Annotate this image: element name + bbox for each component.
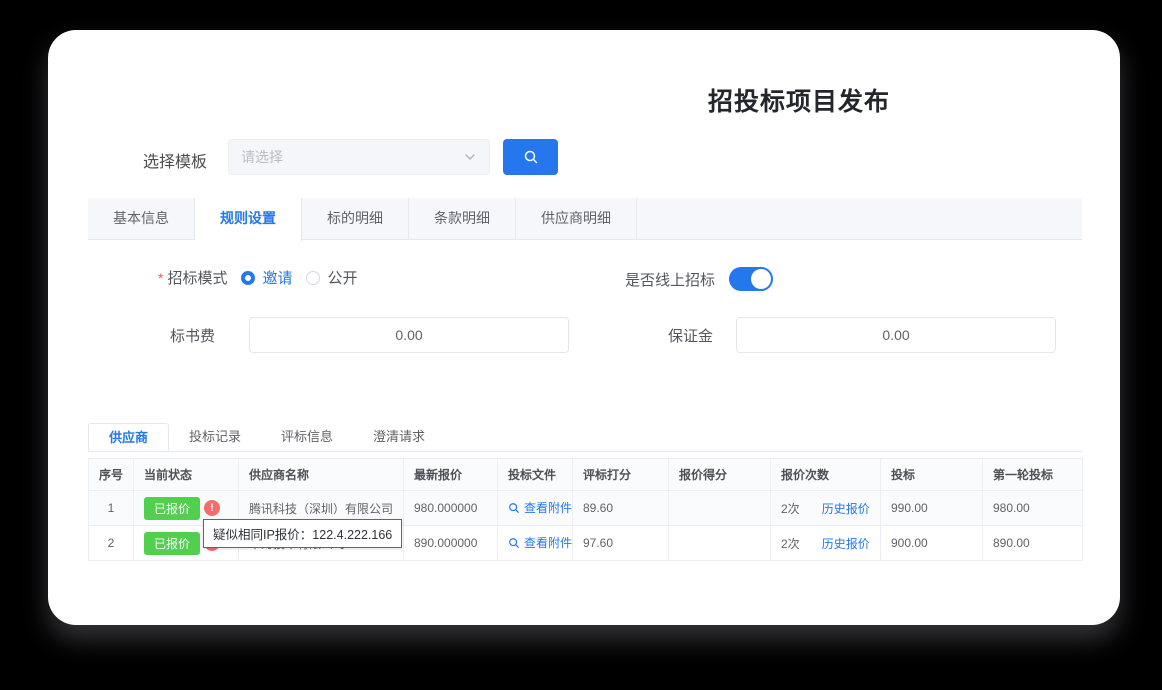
row-index: 1 xyxy=(89,491,134,526)
status-badge: 已报价 xyxy=(144,532,200,555)
online-bidding-label: 是否线上招标 xyxy=(625,269,715,290)
tab-basic-info[interactable]: 基本信息 xyxy=(88,198,195,240)
row-eval-score: 89.60 xyxy=(573,491,669,526)
col-quote-score: 报价得分 xyxy=(669,459,771,491)
online-bidding-field: 是否线上招标 xyxy=(625,267,773,291)
row-quote-score xyxy=(669,491,771,526)
main-card: 招投标项目发布 选择模板 请选择 基本信息 规则设置 标的明细 条款明细 供应商… xyxy=(48,30,1120,625)
quote-count: 2次 xyxy=(781,537,800,551)
row-quote-count-cell: 2次 历史报价 xyxy=(771,526,881,561)
deposit-label: 保证金 xyxy=(668,325,713,346)
row-index: 2 xyxy=(89,526,134,561)
col-bid-file: 投标文件 xyxy=(498,459,573,491)
row-first-round: 980.00 xyxy=(983,491,1083,526)
row-quote-count-cell: 2次 历史报价 xyxy=(771,491,881,526)
row-bid: 900.00 xyxy=(881,526,983,561)
history-quotes-link[interactable]: 历史报价 xyxy=(822,502,870,516)
col-status: 当前状态 xyxy=(134,459,239,491)
radio-public[interactable]: 公开 xyxy=(306,267,357,288)
tab-bid-records[interactable]: 投标记录 xyxy=(169,423,261,451)
tab-eval-info[interactable]: 评标信息 xyxy=(261,423,353,451)
radio-unselected-icon xyxy=(306,271,320,285)
tab-subject-detail[interactable]: 标的明细 xyxy=(302,198,409,240)
col-bid: 投标 xyxy=(881,459,983,491)
view-attachment-link[interactable]: 查看附件 xyxy=(508,534,572,551)
deposit-field: 保证金 xyxy=(668,317,1056,353)
detail-tabs: 供应商 投标记录 评标信息 澄清请求 xyxy=(88,423,1082,452)
bid-mode-field: * 招标模式 邀请 公开 xyxy=(158,267,358,288)
tender-fee-label: 标书费 xyxy=(170,325,215,346)
view-attachment-link[interactable]: 查看附件 xyxy=(508,499,572,516)
search-icon xyxy=(523,149,539,165)
template-select-dropdown[interactable]: 请选择 xyxy=(228,139,490,175)
table-header-row: 序号 当前状态 供应商名称 最新报价 投标文件 评标打分 报价得分 报价次数 投… xyxy=(89,459,1083,491)
row-bid-file-cell: 查看附件 xyxy=(498,491,573,526)
row-first-round: 890.00 xyxy=(983,526,1083,561)
radio-invite-label: 邀请 xyxy=(262,267,292,288)
radio-public-label: 公开 xyxy=(327,267,357,288)
row-latest-quote: 890.000000 xyxy=(404,526,498,561)
search-button[interactable] xyxy=(503,139,558,175)
radio-invite[interactable]: 邀请 xyxy=(241,267,292,288)
page-title: 招投标项目发布 xyxy=(708,82,890,118)
online-bidding-toggle[interactable] xyxy=(729,267,773,291)
status-badge: 已报价 xyxy=(144,497,200,520)
row-eval-score: 97.60 xyxy=(573,526,669,561)
magnifier-icon xyxy=(508,537,520,549)
tab-suppliers[interactable]: 供应商 xyxy=(88,423,169,451)
form-row-fees: 标书费 保证金 xyxy=(48,317,1120,353)
tender-fee-input[interactable] xyxy=(249,317,569,353)
radio-selected-icon xyxy=(241,271,255,285)
required-asterisk: * xyxy=(158,270,163,286)
template-select-placeholder: 请选择 xyxy=(241,147,463,167)
main-tabs: 基本信息 规则设置 标的明细 条款明细 供应商明细 xyxy=(88,198,1082,240)
tab-clarification-requests[interactable]: 澄清请求 xyxy=(353,423,445,451)
tab-rule-settings[interactable]: 规则设置 xyxy=(195,198,302,241)
col-index: 序号 xyxy=(89,459,134,491)
col-latest-quote: 最新报价 xyxy=(404,459,498,491)
tab-terms-detail[interactable]: 条款明细 xyxy=(409,198,516,240)
row-bid-file-cell: 查看附件 xyxy=(498,526,573,561)
quote-count: 2次 xyxy=(781,502,800,516)
warning-icon[interactable]: ! xyxy=(204,500,220,516)
history-quotes-link[interactable]: 历史报价 xyxy=(822,537,870,551)
col-quote-count: 报价次数 xyxy=(771,459,881,491)
toggle-knob xyxy=(751,269,771,289)
col-eval-score: 评标打分 xyxy=(573,459,669,491)
chevron-down-icon xyxy=(463,150,477,164)
deposit-input[interactable] xyxy=(736,317,1056,353)
row-quote-score xyxy=(669,526,771,561)
bid-mode-label: 招标模式 xyxy=(167,267,227,288)
row-latest-quote: 980.000000 xyxy=(404,491,498,526)
template-select-label: 选择模板 xyxy=(143,148,207,172)
tender-fee-field: 标书费 xyxy=(170,317,569,353)
col-supplier: 供应商名称 xyxy=(239,459,404,491)
form-row-bid-mode: * 招标模式 邀请 公开 是否线上招标 xyxy=(48,265,1120,289)
same-ip-tooltip: 疑似相同IP报价：122.4.222.166 xyxy=(203,519,402,548)
magnifier-icon xyxy=(508,502,520,514)
col-first-round: 第一轮投标 xyxy=(983,459,1083,491)
tab-supplier-detail[interactable]: 供应商明细 xyxy=(516,198,637,240)
row-bid: 990.00 xyxy=(881,491,983,526)
